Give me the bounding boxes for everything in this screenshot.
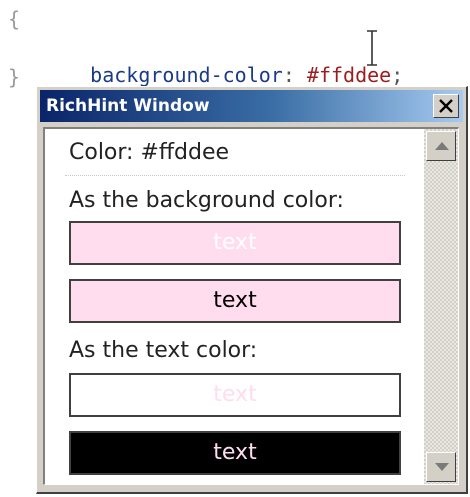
triangle-up-icon xyxy=(435,142,449,150)
close-button[interactable] xyxy=(433,94,459,118)
i-beam-cursor-icon xyxy=(367,30,377,66)
text-sample-black-bg: text xyxy=(69,431,401,475)
bg-section-label: As the background color: xyxy=(69,188,344,213)
separator xyxy=(65,175,405,176)
close-brace: } xyxy=(8,65,21,89)
close-icon xyxy=(439,99,453,113)
screen: { background-color: #ffddee; } RichHint … xyxy=(0,0,470,497)
open-brace: { xyxy=(8,7,21,31)
bg-sample-white-text: text xyxy=(69,221,401,265)
richhint-window[interactable]: RichHint Window Color: #ffddee As the ba… xyxy=(36,86,468,494)
title-bar[interactable]: RichHint Window xyxy=(40,90,463,122)
bg-sample-black-text: text xyxy=(69,279,401,323)
hint-client-area: Color: #ffddee As the background color: … xyxy=(43,127,459,485)
css-value[interactable]: #ffddee xyxy=(307,63,391,87)
hint-content: Color: #ffddee As the background color: … xyxy=(45,129,423,484)
triangle-down-icon xyxy=(435,463,449,471)
css-semicolon: ; xyxy=(391,63,404,87)
color-label: Color: #ffddee xyxy=(69,140,230,165)
vertical-scrollbar[interactable] xyxy=(424,129,458,484)
text-section-label: As the text color: xyxy=(69,338,258,363)
text-sample-white-bg: text xyxy=(69,373,401,417)
css-colon: : xyxy=(282,63,295,87)
window-title: RichHint Window xyxy=(46,96,210,116)
scroll-down-button[interactable] xyxy=(426,452,456,482)
scroll-up-button[interactable] xyxy=(426,131,456,161)
css-property: background-color xyxy=(90,63,283,87)
